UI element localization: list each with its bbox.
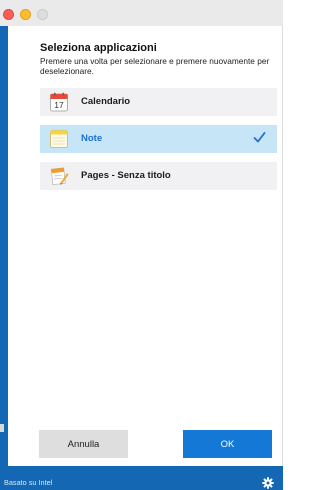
left-edge-strip [0, 26, 8, 466]
app-item-label: Calendario [81, 96, 131, 107]
pages-icon [50, 167, 69, 185]
ok-button[interactable]: OK [183, 430, 272, 458]
gear-icon[interactable] [262, 477, 274, 489]
app-item-note[interactable]: Note [40, 125, 277, 153]
minimize-window-button[interactable] [20, 9, 31, 20]
close-window-button[interactable] [3, 9, 14, 20]
app-selection-panel: Seleziona applicazioni Premere una volta… [8, 26, 283, 466]
app-item-label: Pages - Senza titolo [81, 170, 171, 181]
calendar-day-number: 17 [54, 100, 64, 110]
panel-divider [282, 26, 283, 466]
app-item-calendario[interactable]: 17 Calendario [40, 88, 277, 116]
app-item-pages[interactable]: Pages - Senza titolo [40, 162, 277, 190]
calendar-icon: 17 [50, 92, 68, 112]
dialog-heading: Seleziona applicazioni [40, 42, 157, 54]
resize-grip[interactable] [0, 424, 4, 432]
app-item-label: Note [81, 133, 103, 144]
footer-label: Basato su Intel [4, 478, 53, 487]
checkmark-icon [253, 132, 266, 143]
notes-icon [50, 130, 68, 148]
app-frame: Seleziona applicazioni Premere una volta… [0, 26, 283, 490]
zoom-window-button[interactable] [37, 9, 48, 20]
window-titlebar [0, 0, 283, 26]
dialog-instructions: Premere una volta per selezionare e prem… [40, 56, 270, 76]
cancel-button[interactable]: Annulla [39, 430, 128, 458]
